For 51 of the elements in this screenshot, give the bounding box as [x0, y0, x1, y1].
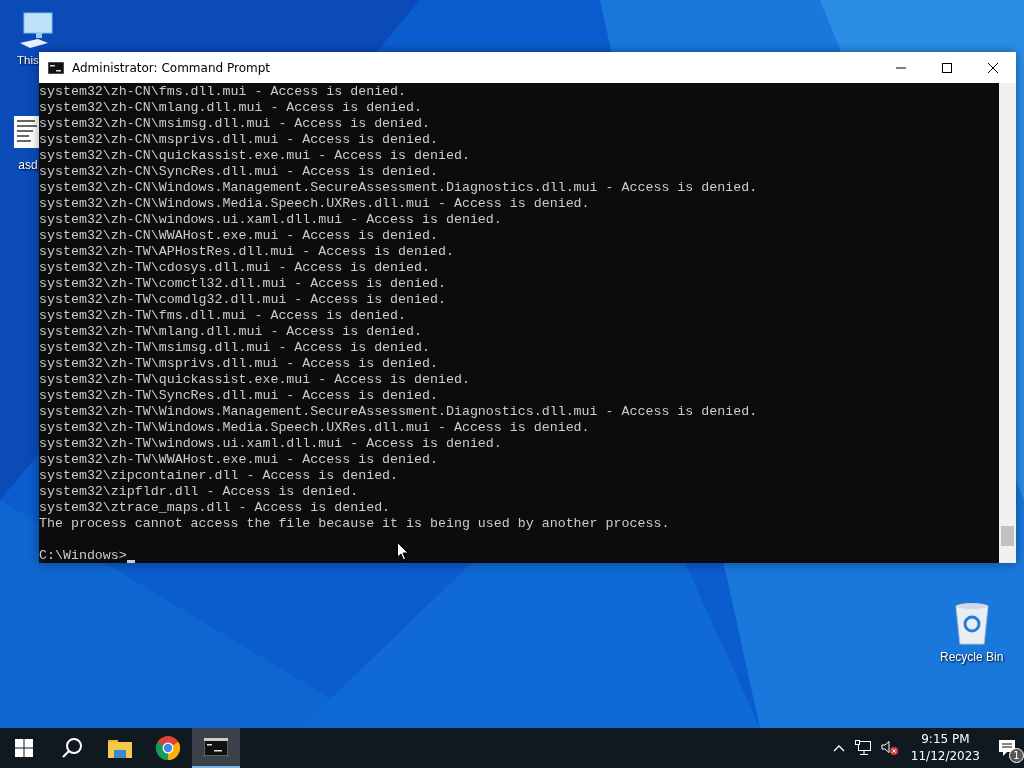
- console-line: system32\zh-TW\Windows.Management.SecureAssessment.Diagnostics.dll.mui - Access is denied.: [39, 404, 758, 420]
- icon-label: This: [17, 54, 39, 66]
- maximize-icon: [941, 61, 953, 74]
- windows-logo-icon: [15, 739, 33, 757]
- search-icon: [61, 737, 83, 759]
- close-icon: [987, 61, 999, 74]
- console-line: system32\zipfldr.dll - Access is denied.: [39, 484, 359, 500]
- terminal-icon: [48, 61, 64, 74]
- clock-time[interactable]: 9:15 PM: [921, 731, 970, 748]
- console-line: system32\zh-CN\Windows.Media.Speech.UXRes.dll.mui - Access is denied.: [39, 196, 590, 212]
- muted-speaker-icon[interactable]: [880, 740, 899, 756]
- console-line: system32\zh-TW\windows.ui.xaml.dll.mui - Access is denied.: [39, 436, 502, 452]
- taskbar-button[interactable]: [192, 728, 240, 768]
- console-line: system32\zh-CN\fms.dll.mui - Access is denied.: [39, 84, 407, 100]
- console-line: system32\zh-TW\WWAHost.exe.mui - Access is denied.: [39, 452, 438, 468]
- console-line: system32\zh-TW\mlang.dll.mui - Access is denied.: [39, 324, 422, 340]
- console-line: system32\zh-CN\WWAHost.exe.mui - Access is denied.: [39, 228, 438, 244]
- network-icon[interactable]: [854, 740, 871, 756]
- console-line: system32\zipcontainer.dll - Access is denied.: [39, 468, 399, 484]
- window-title: Administrator: Command Prompt: [72, 60, 270, 75]
- icon-label: asd: [18, 158, 38, 172]
- console-line: system32\zh-TW\msimsg.dll.mui - Access is denied.: [39, 340, 430, 356]
- terminal-icon: [204, 738, 228, 756]
- console-line: system32\zh-CN\mlang.dll.mui - Access is denied.: [39, 100, 422, 116]
- scroll-thumb[interactable]: [1001, 526, 1014, 546]
- console-line: system32\ztrace_maps.dll - Access is denied.: [39, 500, 391, 516]
- console-line: system32\zh-CN\windows.ui.xaml.dll.mui - Access is denied.: [39, 212, 502, 228]
- clock-date[interactable]: 11/12/2023: [910, 748, 980, 765]
- console-line: system32\zh-TW\APHostRes.dll.mui - Access is denied.: [39, 244, 454, 260]
- chrome-icon: [156, 736, 180, 760]
- console-line: The process cannot access the file because it is being used by another process.: [39, 516, 670, 532]
- chevron-up-icon[interactable]: [832, 744, 845, 752]
- document-icon[interactable]: [14, 116, 40, 148]
- console-line: system32\zh-CN\msprivs.dll.mui - Access is denied.: [39, 132, 438, 148]
- folder-icon: [108, 738, 132, 758]
- console-line: system32\zh-CN\quickassist.exe.mui - Access is denied.: [39, 148, 470, 164]
- icon-label: Recycle Bin: [940, 650, 1004, 664]
- console-line: system32\zh-TW\quickassist.exe.mui - Access is denied.: [39, 372, 470, 388]
- console-line: system32\zh-CN\Windows.Management.SecureAssessment.Diagnostics.dll.mui - Access is denied.: [39, 180, 758, 196]
- scrollbar[interactable]: [999, 83, 1016, 563]
- console-line: system32\zh-TW\msprivs.dll.mui - Access is denied.: [39, 356, 438, 372]
- console-line: system32\zh-TW\cdosys.dll.mui - Access is denied.: [39, 260, 430, 276]
- console-line: system32\zh-TW\comdlg32.dll.mui - Access is denied.: [39, 292, 446, 308]
- console-line: system32\zh-TW\SyncRes.dll.mui - Access is denied.: [39, 388, 438, 404]
- console-line: system32\zh-TW\Windows.Media.Speech.UXRes.dll.mui - Access is denied.: [39, 420, 590, 436]
- console-line: system32\zh-TW\fms.dll.mui - Access is denied.: [39, 308, 407, 324]
- console-line: system32\zh-CN\msimsg.dll.mui - Access is denied.: [39, 116, 430, 132]
- console-line: system32\zh-CN\SyncRes.dll.mui - Access is denied.: [39, 164, 438, 180]
- notification-badge: 1: [1009, 748, 1024, 763]
- command-prompt: C:\Windows>: [39, 548, 127, 563]
- console-line: system32\zh-TW\comctl32.dll.mui - Access is denied.: [39, 276, 446, 292]
